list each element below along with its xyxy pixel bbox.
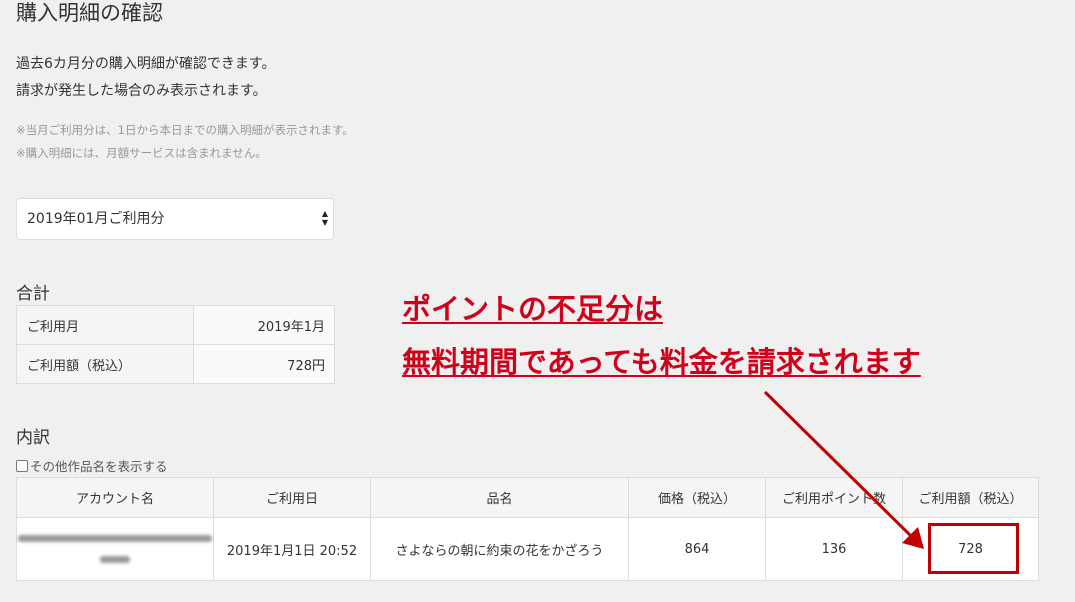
annotation-arrow	[763, 390, 924, 549]
amount-highlight-box	[928, 523, 1019, 574]
arrow-shaft	[763, 390, 913, 538]
